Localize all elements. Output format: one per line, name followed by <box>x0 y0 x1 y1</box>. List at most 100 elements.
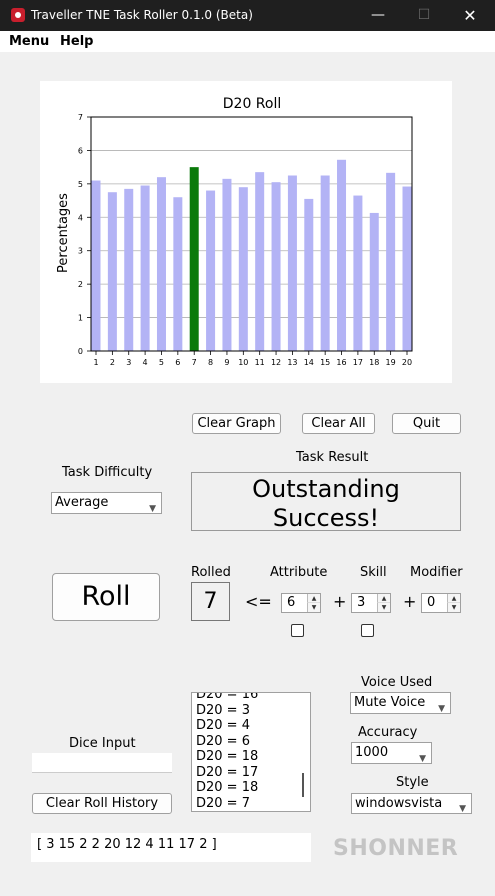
chart-bar <box>206 190 216 351</box>
chart-plot-frame <box>90 116 413 352</box>
style-value: windowsvista <box>355 796 443 811</box>
chart-bar <box>156 177 166 351</box>
spin-up-icon[interactable]: ▲ <box>377 594 390 603</box>
y-tick-label: 7 <box>78 113 83 122</box>
x-tick-label: 14 <box>304 358 314 367</box>
spin-down-icon[interactable]: ▼ <box>307 603 320 612</box>
task-difficulty-select[interactable]: Average ▼ <box>51 492 162 514</box>
attribute-value: 6 <box>287 595 296 610</box>
close-button[interactable]: ✕ <box>447 0 493 31</box>
clear-graph-button[interactable]: Clear Graph <box>192 413 281 434</box>
chart-y-axis-label: Percentages <box>56 193 71 273</box>
skill-checkbox[interactable] <box>361 624 374 637</box>
x-tick-label: 4 <box>143 358 148 367</box>
spin-up-icon[interactable]: ▲ <box>447 594 460 603</box>
voice-select[interactable]: Mute Voice ▼ <box>350 692 451 714</box>
x-tick-label: 12 <box>271 358 281 367</box>
plus-symbol: + <box>403 592 417 611</box>
skill-spinbox[interactable]: 3 ▲ ▼ <box>351 593 391 613</box>
list-item[interactable]: D20 = 7 <box>196 796 258 812</box>
x-tick-label: 15 <box>320 358 330 367</box>
x-tick-label: 5 <box>159 358 164 367</box>
voice-used-label: Voice Used <box>361 675 433 690</box>
chart-bar <box>189 167 199 351</box>
title-bar: Traveller TNE Task Roller 0.1.0 (Beta) —… <box>0 0 495 31</box>
chart-bars <box>91 159 412 351</box>
chart-title: D20 Roll <box>223 96 282 112</box>
accuracy-select[interactable]: 1000 ▼ <box>351 742 432 764</box>
rolled-value-display: 7 <box>191 582 230 621</box>
spin-up-icon[interactable]: ▲ <box>307 594 320 603</box>
history-scrollbar[interactable] <box>296 693 310 811</box>
chart-bar <box>402 186 412 351</box>
x-tick-label: 6 <box>175 358 180 367</box>
chart-bar <box>386 172 396 351</box>
x-tick-label: 11 <box>255 358 265 367</box>
chart-bar <box>353 195 363 351</box>
x-tick-label: 18 <box>369 358 379 367</box>
modifier-label: Modifier <box>410 565 463 580</box>
quit-button[interactable]: Quit <box>392 413 461 434</box>
list-item[interactable]: D20 = 18 <box>196 780 258 796</box>
scrollbar-thumb[interactable] <box>302 773 304 797</box>
maximize-button[interactable]: ☐ <box>401 0 447 31</box>
chart-bar <box>337 159 347 351</box>
spin-down-icon[interactable]: ▼ <box>377 603 390 612</box>
roll-history-list[interactable]: D20 = 16 D20 = 3 D20 = 4 D20 = 6 D20 = 1… <box>191 692 311 812</box>
task-difficulty-value: Average <box>55 495 109 510</box>
x-tick-label: 10 <box>238 358 248 367</box>
chart-bar <box>238 187 248 351</box>
shonner-logo: SHONNER <box>333 836 459 861</box>
chevron-down-icon: ▼ <box>459 803 466 814</box>
clear-roll-history-button[interactable]: Clear Roll History <box>32 793 172 814</box>
minimize-button[interactable]: — <box>355 0 401 31</box>
x-tick-label: 1 <box>93 358 98 367</box>
skill-value: 3 <box>357 595 366 610</box>
modifier-spinbox[interactable]: 0 ▲ ▼ <box>421 593 461 613</box>
list-item[interactable]: D20 = 4 <box>196 718 258 734</box>
x-tick-label: 16 <box>336 358 346 367</box>
accuracy-value: 1000 <box>355 745 389 760</box>
x-tick-label: 7 <box>192 358 197 367</box>
y-tick-label: 5 <box>78 180 83 189</box>
x-tick-label: 2 <box>110 358 115 367</box>
chart-bar <box>107 192 117 351</box>
window-title: Traveller TNE Task Roller 0.1.0 (Beta) <box>31 8 253 22</box>
list-item[interactable]: D20 = 18 <box>196 749 258 765</box>
x-tick-label: 20 <box>402 358 412 367</box>
dice-input-label: Dice Input <box>69 736 136 751</box>
roll-button[interactable]: Roll <box>52 573 160 621</box>
chart-bar <box>173 197 183 351</box>
chart-bar <box>255 172 265 351</box>
roll-history-items: D20 = 16 D20 = 3 D20 = 4 D20 = 6 D20 = 1… <box>196 693 258 812</box>
spin-down-icon[interactable]: ▼ <box>447 603 460 612</box>
chart-bar <box>91 180 101 351</box>
dice-input-field[interactable] <box>32 753 172 773</box>
chart-bar <box>287 175 297 351</box>
roll-history-text[interactable]: [ 3 15 2 2 20 12 4 11 17 2 ] <box>31 833 311 862</box>
chart-bar <box>271 182 281 351</box>
style-label: Style <box>396 775 429 790</box>
menu-item-help[interactable]: Help <box>60 34 93 49</box>
style-select[interactable]: windowsvista ▼ <box>351 793 472 814</box>
attribute-label: Attribute <box>270 565 328 580</box>
list-item[interactable]: D20 = 6 <box>196 734 258 750</box>
attribute-spinbox[interactable]: 6 ▲ ▼ <box>281 593 321 613</box>
task-difficulty-label: Task Difficulty <box>62 465 153 480</box>
attribute-checkbox[interactable] <box>291 624 304 637</box>
clear-all-button[interactable]: Clear All <box>302 413 375 434</box>
x-tick-label: 9 <box>224 358 229 367</box>
menu-bar: Menu Help <box>0 31 495 52</box>
task-result-display: Outstanding Success! <box>191 472 461 532</box>
list-item[interactable]: D20 = 17 <box>196 765 258 781</box>
app-icon <box>11 8 25 22</box>
y-tick-label: 4 <box>78 213 83 222</box>
d20-roll-chart: D20 Roll Percentages 012345671 2 3 4 5 6 7 8 9 10… <box>56 96 413 367</box>
menu-item-menu[interactable]: Menu <box>9 34 49 49</box>
plus-symbol: + <box>333 592 347 611</box>
list-item[interactable]: D20 = 3 <box>196 703 258 719</box>
chart-bar <box>124 188 134 351</box>
list-item[interactable]: D20 = 16 <box>196 693 258 703</box>
chart-bar <box>304 198 314 351</box>
less-equal-symbol: <= <box>245 592 272 611</box>
